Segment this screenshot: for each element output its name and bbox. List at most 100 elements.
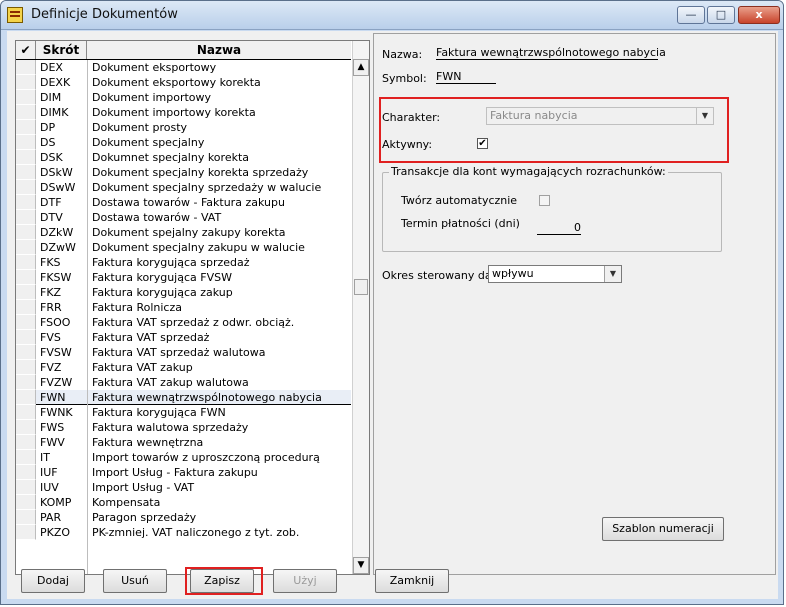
minimize-button[interactable]: —: [677, 6, 705, 24]
row-checkbox-cell[interactable]: [16, 75, 36, 90]
row-name: Import Usług - VAT: [92, 481, 195, 494]
row-checkbox-cell[interactable]: [16, 210, 36, 225]
table-row[interactable]: DS Dokument specjalny: [16, 135, 351, 150]
row-code: DSwW: [40, 181, 76, 194]
szablon-numeracji-button[interactable]: Szablon numeracji: [602, 517, 724, 541]
row-checkbox-cell[interactable]: [16, 480, 36, 495]
row-checkbox-cell[interactable]: [16, 180, 36, 195]
row-checkbox-cell[interactable]: [16, 150, 36, 165]
usun-button[interactable]: Usuń: [103, 569, 167, 593]
row-code: PKZO: [40, 526, 71, 539]
table-row[interactable]: FVZW Faktura VAT zakup walutowa: [16, 375, 351, 390]
scroll-up-arrow-icon[interactable]: ▲: [353, 59, 369, 76]
row-checkbox-cell[interactable]: [16, 375, 36, 390]
table-row[interactable]: DTF Dostawa towarów - Faktura zakupu: [16, 195, 351, 210]
row-checkbox-cell[interactable]: [16, 495, 36, 510]
row-name: Dokument specjalny: [92, 136, 205, 149]
row-checkbox-cell[interactable]: [16, 465, 36, 480]
tworz-automatycznie-checkbox[interactable]: [539, 195, 550, 206]
row-checkbox-cell[interactable]: [16, 90, 36, 105]
table-row[interactable]: DSkW Dokument specjalny korekta sprzedaży: [16, 165, 351, 180]
row-checkbox-cell[interactable]: [16, 390, 36, 405]
zapisz-button[interactable]: Zapisz: [190, 569, 254, 593]
chevron-down-icon[interactable]: ▼: [604, 266, 621, 282]
row-checkbox-cell[interactable]: [16, 360, 36, 375]
document-list[interactable]: ✔ Skrót Nazwa DEX Dokument eksportowy DEXK…: [15, 40, 370, 575]
table-row[interactable]: DEX Dokument eksportowy: [16, 60, 351, 75]
table-row[interactable]: DZkW Dokument spejalny zakupy korekta: [16, 225, 351, 240]
row-checkbox-cell[interactable]: [16, 300, 36, 315]
table-row[interactable]: FSOO Faktura VAT sprzedaż z odwr. obciąż.: [16, 315, 351, 330]
row-code: FWNK: [40, 406, 73, 419]
table-row[interactable]: PKZO PK-zmniej. VAT naliczonego z tyt. zo…: [16, 525, 351, 540]
row-checkbox-cell[interactable]: [16, 450, 36, 465]
row-checkbox-cell[interactable]: [16, 60, 36, 75]
table-row[interactable]: FWN Faktura wewnątrzwspólnotowego nabycia: [16, 390, 351, 405]
table-row[interactable]: FRR Faktura Rolnicza: [16, 300, 351, 315]
title-bar[interactable]: Definicje Dokumentów — □ x: [1, 1, 783, 30]
row-code: KOMP: [40, 496, 72, 509]
row-checkbox-cell[interactable]: [16, 270, 36, 285]
row-checkbox-cell[interactable]: [16, 240, 36, 255]
row-checkbox-cell[interactable]: [16, 285, 36, 300]
row-checkbox-cell[interactable]: [16, 165, 36, 180]
table-row[interactable]: FWS Faktura walutowa sprzedaży: [16, 420, 351, 435]
table-row[interactable]: FVSW Faktura VAT sprzedaż walutowa: [16, 345, 351, 360]
row-checkbox-cell[interactable]: [16, 420, 36, 435]
row-checkbox-cell[interactable]: [16, 315, 36, 330]
table-row[interactable]: FWV Faktura wewnętrzna: [16, 435, 351, 450]
code-column-header[interactable]: Skrót: [36, 41, 87, 59]
row-checkbox-cell[interactable]: [16, 255, 36, 270]
table-row[interactable]: IT Import towarów z uproszczoną procedurą: [16, 450, 351, 465]
row-checkbox-cell[interactable]: [16, 405, 36, 420]
row-checkbox-cell[interactable]: [16, 195, 36, 210]
table-row[interactable]: DP Dokument prosty: [16, 120, 351, 135]
row-checkbox-cell[interactable]: [16, 525, 36, 540]
row-checkbox-cell[interactable]: [16, 345, 36, 360]
scroll-down-arrow-icon[interactable]: ▼: [353, 557, 369, 574]
table-row[interactable]: DTV Dostawa towarów - VAT: [16, 210, 351, 225]
charakter-value: Faktura nabycia: [490, 109, 578, 122]
dodaj-button[interactable]: Dodaj: [21, 569, 85, 593]
maximize-button[interactable]: □: [707, 6, 735, 24]
name-column-header[interactable]: Nazwa: [87, 41, 351, 59]
row-checkbox-cell[interactable]: [16, 330, 36, 345]
table-row[interactable]: PAR Paragon sprzedaży: [16, 510, 351, 525]
table-row[interactable]: DSwW Dokument specjalny sprzedaży w waluc…: [16, 180, 351, 195]
row-code: FKSW: [40, 271, 72, 284]
okres-select[interactable]: wpływu ▼: [488, 265, 622, 283]
table-row[interactable]: FKZ Faktura korygująca zakup: [16, 285, 351, 300]
row-checkbox-cell[interactable]: [16, 510, 36, 525]
row-checkbox-cell[interactable]: [16, 435, 36, 450]
row-code: PAR: [40, 511, 62, 524]
table-row[interactable]: IUF Import Usług - Faktura zakupu: [16, 465, 351, 480]
list-scrollbar[interactable]: ▲ ▼: [352, 41, 369, 574]
table-row[interactable]: DZwW Dokument specjalny zakupu w walucie: [16, 240, 351, 255]
table-row[interactable]: DIM Dokument importowy: [16, 90, 351, 105]
row-checkbox-cell[interactable]: [16, 225, 36, 240]
table-row[interactable]: IUV Import Usług - VAT: [16, 480, 351, 495]
scroll-thumb[interactable]: [354, 279, 368, 295]
row-checkbox-cell[interactable]: [16, 105, 36, 120]
table-row[interactable]: FKSW Faktura korygująca FVSW: [16, 270, 351, 285]
symbol-field[interactable]: FWN: [436, 70, 496, 84]
termin-platnosci-field[interactable]: 0: [537, 221, 581, 235]
table-row[interactable]: DEXK Dokument eksportowy korekta: [16, 75, 351, 90]
check-column-header[interactable]: ✔: [16, 41, 36, 59]
column-divider: [87, 60, 88, 574]
table-row[interactable]: FWNK Faktura korygująca FWN: [16, 405, 351, 420]
row-checkbox-cell[interactable]: [16, 120, 36, 135]
zamknij-button[interactable]: Zamknij: [375, 569, 449, 593]
table-row[interactable]: FVS Faktura VAT sprzedaż: [16, 330, 351, 345]
row-name: Faktura walutowa sprzedaży: [92, 421, 249, 434]
nazwa-field[interactable]: Faktura wewnątrzwspólnotowego nabycia: [436, 46, 666, 60]
table-row[interactable]: FKS Faktura korygująca sprzedaż: [16, 255, 351, 270]
close-button[interactable]: x: [738, 6, 780, 24]
aktywny-checkbox[interactable]: ✔: [477, 138, 488, 149]
table-row[interactable]: FVZ Faktura VAT zakup: [16, 360, 351, 375]
table-row[interactable]: KOMP Kompensata: [16, 495, 351, 510]
table-row[interactable]: DSK Dokumnet specjalny korekta: [16, 150, 351, 165]
table-row[interactable]: DIMK Dokument importowy korekta: [16, 105, 351, 120]
charakter-select: Faktura nabycia ▼: [486, 107, 714, 125]
row-checkbox-cell[interactable]: [16, 135, 36, 150]
